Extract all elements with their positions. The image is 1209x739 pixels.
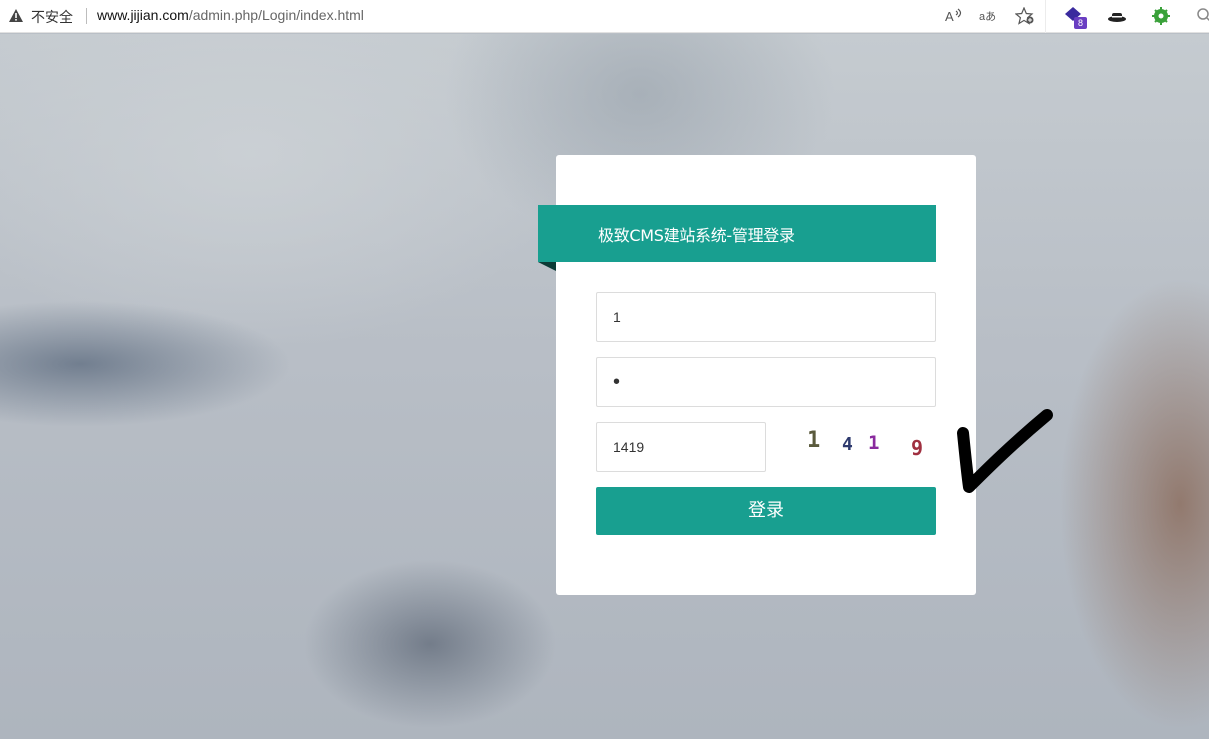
password-input[interactable] <box>596 357 936 407</box>
captcha-image[interactable]: 1 4 1 9 <box>800 426 935 468</box>
extension-profile-icon[interactable] <box>1194 5 1209 27</box>
login-title: 极致CMS建站系统-管理登录 <box>598 226 795 245</box>
svg-text:A: A <box>945 9 954 24</box>
captcha-input[interactable] <box>596 422 766 472</box>
address-divider <box>86 8 87 24</box>
extension-badge: 8 <box>1074 17 1087 29</box>
translate-icon[interactable]: aあ <box>978 5 1000 27</box>
captcha-char: 1 <box>868 432 880 454</box>
browser-address-bar: 不安全 www.jijian.com/admin.php/Login/index… <box>0 0 1209 33</box>
url-text[interactable]: www.jijian.com/admin.php/Login/index.htm… <box>97 7 364 23</box>
warning-icon[interactable] <box>8 8 24 23</box>
svg-text:aあ: aあ <box>979 10 996 23</box>
url-path: /admin.php/Login/index.html <box>188 7 364 23</box>
url-host: www.jijian.com <box>97 7 189 23</box>
favorites-add-icon[interactable] <box>1014 5 1036 27</box>
username-input[interactable] <box>596 292 936 342</box>
ribbon-fold <box>538 262 556 271</box>
toolbar-divider <box>1045 0 1046 33</box>
captcha-char: 9 <box>911 436 924 460</box>
extension-gear-icon[interactable] <box>1150 5 1172 27</box>
login-button[interactable]: 登录 <box>596 487 936 535</box>
extension-hat-icon[interactable] <box>1106 5 1128 27</box>
captcha-char: 1 <box>807 428 821 453</box>
checkmark-icon <box>957 409 1053 493</box>
extension-diamond-icon[interactable]: 8 <box>1063 5 1087 29</box>
security-label[interactable]: 不安全 <box>31 7 73 27</box>
captcha-char: 4 <box>842 434 853 455</box>
read-aloud-icon[interactable]: A <box>943 5 965 27</box>
